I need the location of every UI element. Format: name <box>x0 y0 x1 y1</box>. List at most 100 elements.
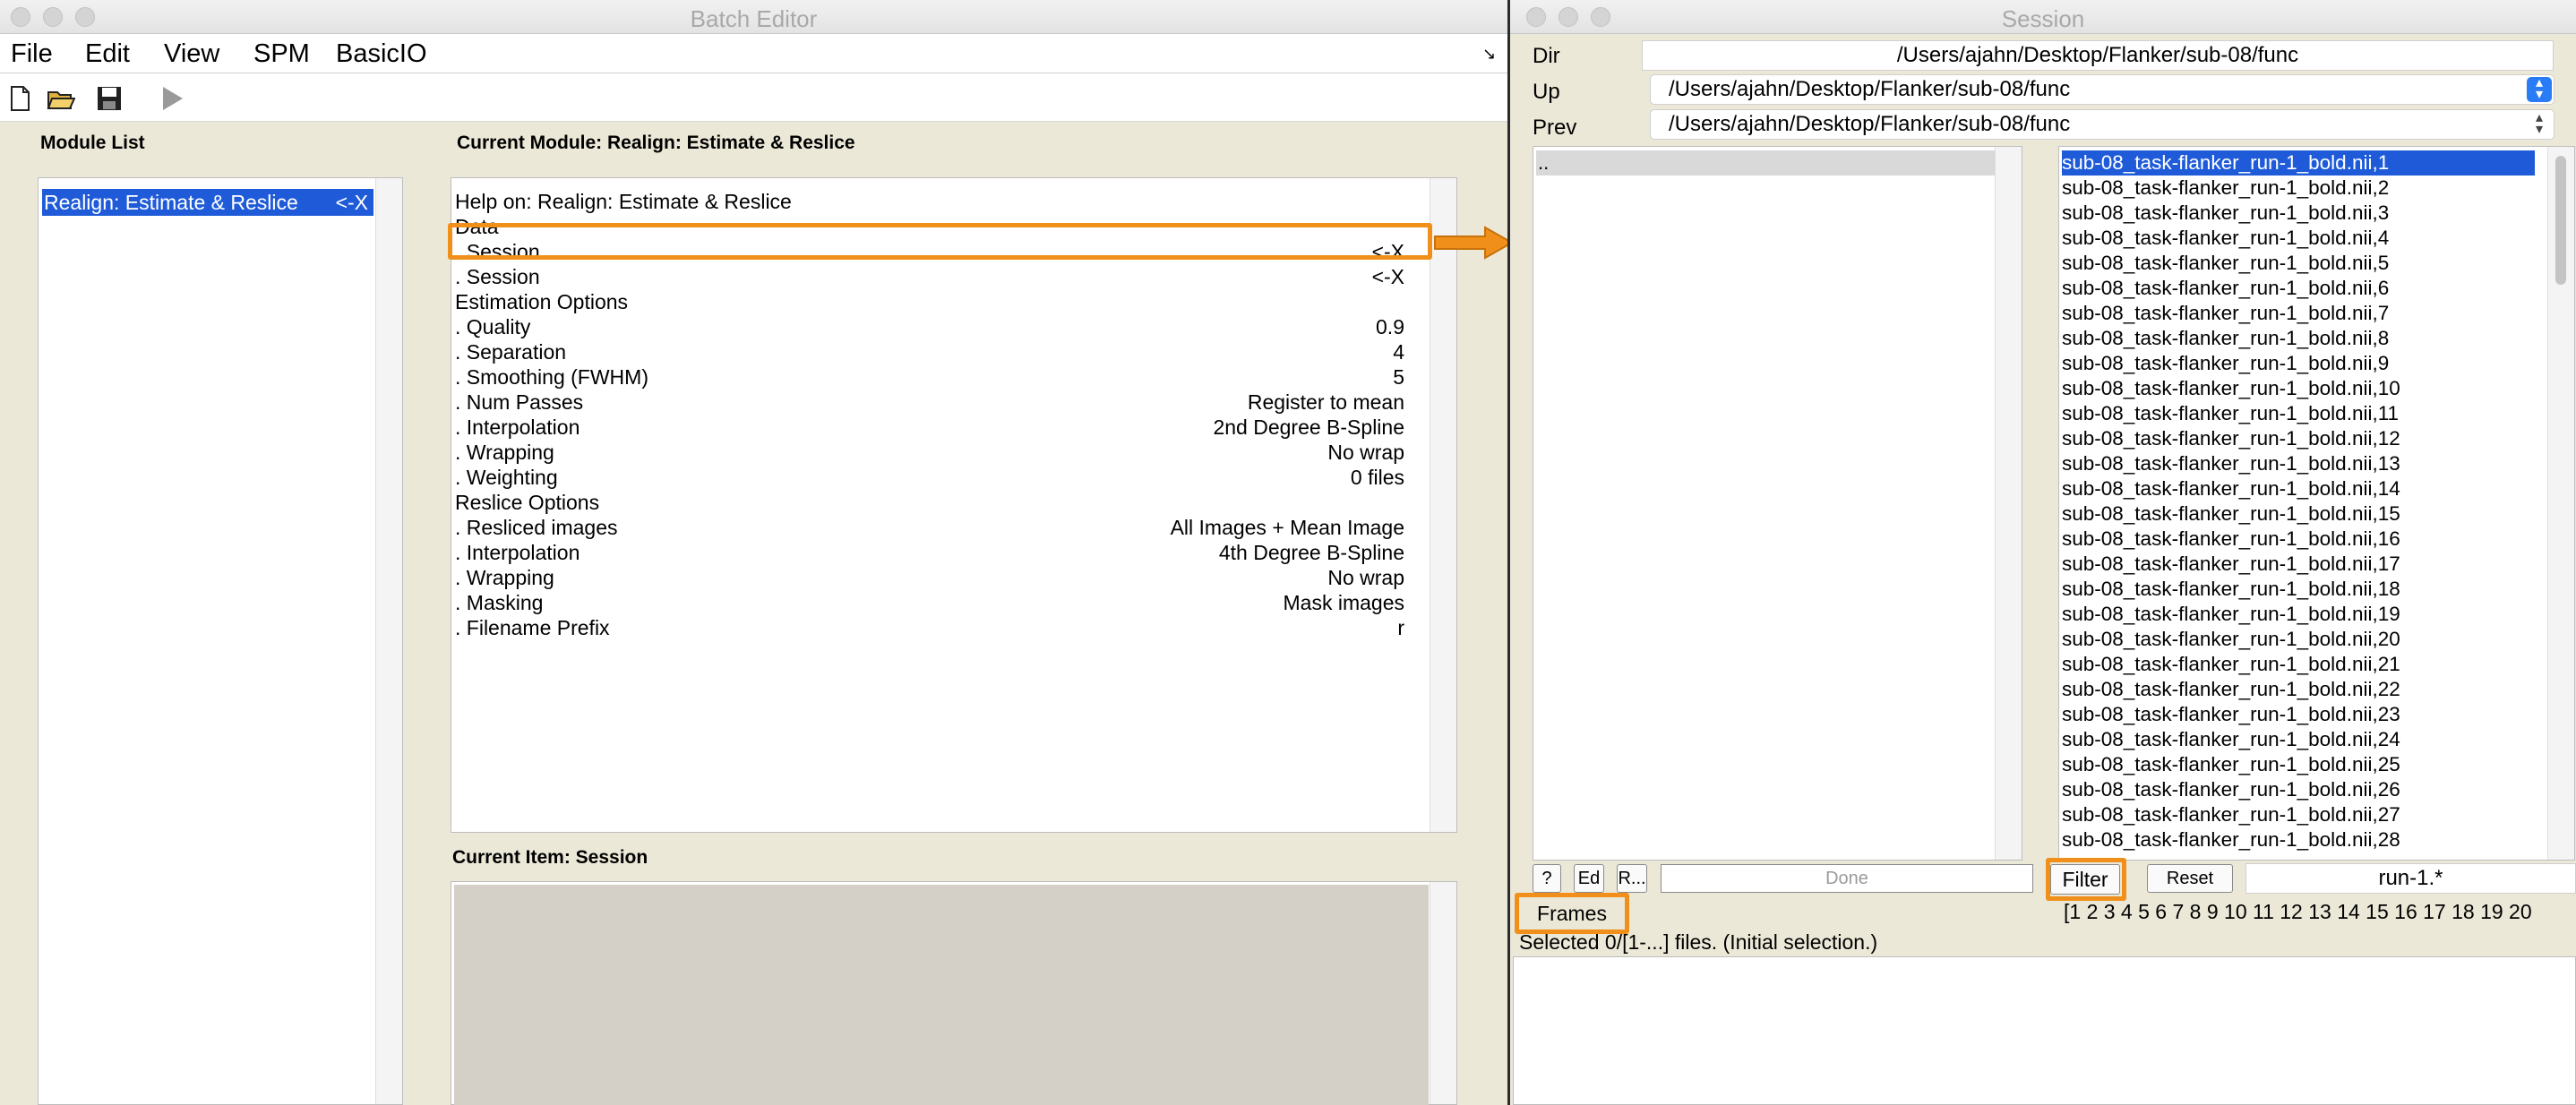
prev-label: Prev <box>1533 116 1577 140</box>
menu-edit[interactable]: Edit <box>85 39 130 69</box>
module-name: Realign: Estimate & Reslice <box>44 191 298 214</box>
directory-list-scrollbar[interactable] <box>1995 147 2022 860</box>
module-item-num-passes[interactable]: . Num Passes Register to mean <box>455 390 1404 415</box>
file-list-item[interactable]: sub-08_task-flanker_run-1_bold.nii,19 <box>2062 602 2535 627</box>
up-label: Up <box>1533 80 1560 104</box>
file-list: sub-08_task-flanker_run-1_bold.nii,1 sub-… <box>2058 146 2575 861</box>
module-item-label: . Resliced images <box>455 516 618 539</box>
module-panel-scrollbar[interactable] <box>1430 178 1456 832</box>
file-list-item[interactable]: sub-08_task-flanker_run-1_bold.nii,16 <box>2062 527 2535 552</box>
file-list-item[interactable]: sub-08_task-flanker_run-1_bold.nii,7 <box>2062 301 2535 326</box>
file-list-item[interactable]: sub-08_task-flanker_run-1_bold.nii,17 <box>2062 552 2535 577</box>
module-item-value: 0 files <box>1350 466 1404 489</box>
session-titlebar: Session <box>1510 0 2576 34</box>
frames-input[interactable]: [1 2 3 4 5 6 7 8 9 10 11 12 13 14 15 16 … <box>2064 900 2576 927</box>
module-item-wrapping[interactable]: . Wrapping No wrap <box>455 440 1404 465</box>
file-list-item[interactable]: sub-08_task-flanker_run-1_bold.nii,13 <box>2062 451 2535 476</box>
module-item-value: No wrap <box>1327 566 1404 589</box>
directory-list: .. <box>1533 146 2022 861</box>
module-item-reslice-options[interactable]: Reslice Options <box>455 490 1404 515</box>
module-list-item[interactable]: Realign: Estimate & Reslice <-X <box>42 189 374 216</box>
file-list-item[interactable]: sub-08_task-flanker_run-1_bold.nii,3 <box>2062 201 2535 226</box>
session-title: Session <box>2001 5 2085 32</box>
module-item-masking[interactable]: . Masking Mask images <box>455 590 1404 615</box>
menu-bar: File Edit View SPM BasicIO ↘ <box>0 34 1507 73</box>
file-list-item[interactable]: sub-08_task-flanker_run-1_bold.nii,27 <box>2062 802 2535 827</box>
file-list-item[interactable]: sub-08_task-flanker_run-1_bold.nii,6 <box>2062 276 2535 301</box>
module-item-label: Reslice Options <box>455 491 600 514</box>
file-list-item[interactable]: sub-08_task-flanker_run-1_bold.nii,11 <box>2062 401 2535 426</box>
dir-field[interactable]: /Users/ajahn/Desktop/Flanker/sub-08/func <box>1642 40 2554 71</box>
module-item-interpolation[interactable]: . Interpolation 2nd Degree B-Spline <box>455 415 1404 440</box>
module-list-scrollbar[interactable] <box>375 178 402 1104</box>
module-item-resliced-images[interactable]: . Resliced images All Images + Mean Image <box>455 515 1404 540</box>
module-item-label: . Weighting <box>455 466 558 489</box>
done-button[interactable]: Done <box>1661 864 2033 893</box>
module-item-value: 0.9 <box>1376 315 1404 338</box>
file-list-item[interactable]: sub-08_task-flanker_run-1_bold.nii,22 <box>2062 677 2535 702</box>
current-item-panel <box>451 881 1457 1105</box>
file-list-item[interactable]: sub-08_task-flanker_run-1_bold.nii,18 <box>2062 577 2535 602</box>
reset-button[interactable]: Reset <box>2147 864 2233 893</box>
prev-select[interactable]: /Users/ajahn/Desktop/Flanker/sub-08/func… <box>1650 109 2555 140</box>
module-list-panel: Realign: Estimate & Reslice <-X <box>38 177 403 1105</box>
module-item-session[interactable]: . Session <-X <box>455 264 1404 289</box>
module-item-label: . Smoothing (FWHM) <box>455 365 648 389</box>
filter-highlight-box <box>2046 858 2126 901</box>
module-item-smoothing-fwhm[interactable]: . Smoothing (FWHM) 5 <box>455 364 1404 390</box>
dock-arrow-icon[interactable]: ↘ <box>1482 45 1496 64</box>
module-item-label: . Interpolation <box>455 415 580 439</box>
up-select[interactable]: /Users/ajahn/Desktop/Flanker/sub-08/func… <box>1650 74 2555 105</box>
file-list-item[interactable]: sub-08_task-flanker_run-1_bold.nii,15 <box>2062 501 2535 527</box>
file-list-item[interactable]: sub-08_task-flanker_run-1_bold.nii,10 <box>2062 376 2535 401</box>
file-list-item[interactable]: sub-08_task-flanker_run-1_bold.nii,4 <box>2062 226 2535 251</box>
file-list-item[interactable]: sub-08_task-flanker_run-1_bold.nii,1 <box>2062 150 2535 176</box>
recursive-button[interactable]: R... <box>1617 864 1647 893</box>
menu-file[interactable]: File <box>11 39 53 69</box>
file-list-item[interactable]: sub-08_task-flanker_run-1_bold.nii,21 <box>2062 652 2535 677</box>
item-panel-scrollbar[interactable] <box>1430 882 1456 1104</box>
prev-select-arrows-icon: ▴ ▾ <box>2535 110 2544 137</box>
prev-select-value: /Users/ajahn/Desktop/Flanker/sub-08/func <box>1669 112 2071 136</box>
edit-button[interactable]: Ed <box>1574 864 1604 893</box>
module-item-separation[interactable]: . Separation 4 <box>455 339 1404 364</box>
file-list-item[interactable]: sub-08_task-flanker_run-1_bold.nii,14 <box>2062 476 2535 501</box>
file-list-item[interactable]: sub-08_task-flanker_run-1_bold.nii,24 <box>2062 727 2535 752</box>
module-item-label: . Num Passes <box>455 390 584 414</box>
menu-spm[interactable]: SPM <box>253 39 310 69</box>
file-list-item[interactable]: sub-08_task-flanker_run-1_bold.nii,26 <box>2062 777 2535 802</box>
open-folder-icon[interactable] <box>47 84 75 113</box>
module-item-weighting[interactable]: . Weighting 0 files <box>455 465 1404 490</box>
file-list-item[interactable]: sub-08_task-flanker_run-1_bold.nii,25 <box>2062 752 2535 777</box>
file-list-item[interactable]: sub-08_task-flanker_run-1_bold.nii,2 <box>2062 176 2535 201</box>
module-item-label: . Separation <box>455 340 567 364</box>
file-list-scroll-thumb[interactable] <box>2555 156 2566 285</box>
file-list-item[interactable]: sub-08_task-flanker_run-1_bold.nii,8 <box>2062 326 2535 351</box>
module-item-filename-prefix[interactable]: . Filename Prefix r <box>455 615 1404 640</box>
file-list-scrollbar[interactable] <box>2547 147 2574 860</box>
run-icon[interactable] <box>158 84 186 113</box>
menu-view[interactable]: View <box>164 39 219 69</box>
module-item-wrapping[interactable]: . Wrapping No wrap <box>455 565 1404 590</box>
selected-files-list[interactable] <box>1513 956 2576 1105</box>
frames-highlight-box <box>1515 893 1629 934</box>
module-item-estimation-options[interactable]: Estimation Options <box>455 289 1404 314</box>
save-icon[interactable] <box>95 84 124 113</box>
directory-item-parent[interactable]: .. <box>1536 150 1995 176</box>
file-list-item[interactable]: sub-08_task-flanker_run-1_bold.nii,5 <box>2062 251 2535 276</box>
menu-basicio[interactable]: BasicIO <box>336 39 427 69</box>
current-item-label: Current Item: Session <box>452 847 648 868</box>
module-item-interpolation[interactable]: . Interpolation 4th Degree B-Spline <box>455 540 1404 565</box>
file-list-item[interactable]: sub-08_task-flanker_run-1_bold.nii,20 <box>2062 627 2535 652</box>
filter-input[interactable]: run-1.* <box>2245 863 2576 894</box>
module-item-label: . Quality <box>455 315 531 338</box>
session-highlight-box <box>448 223 1432 260</box>
help-button[interactable]: ? <box>1533 864 1561 893</box>
module-item-quality[interactable]: . Quality 0.9 <box>455 314 1404 339</box>
file-list-item[interactable]: sub-08_task-flanker_run-1_bold.nii,12 <box>2062 426 2535 451</box>
file-list-item[interactable]: sub-08_task-flanker_run-1_bold.nii,9 <box>2062 351 2535 376</box>
file-list-item[interactable]: sub-08_task-flanker_run-1_bold.nii,28 <box>2062 827 2535 852</box>
module-item-help-on-realign-estimate-reslice[interactable]: Help on: Realign: Estimate & Reslice <box>455 189 1404 214</box>
file-list-item[interactable]: sub-08_task-flanker_run-1_bold.nii,23 <box>2062 702 2535 727</box>
new-file-icon[interactable] <box>5 84 34 113</box>
